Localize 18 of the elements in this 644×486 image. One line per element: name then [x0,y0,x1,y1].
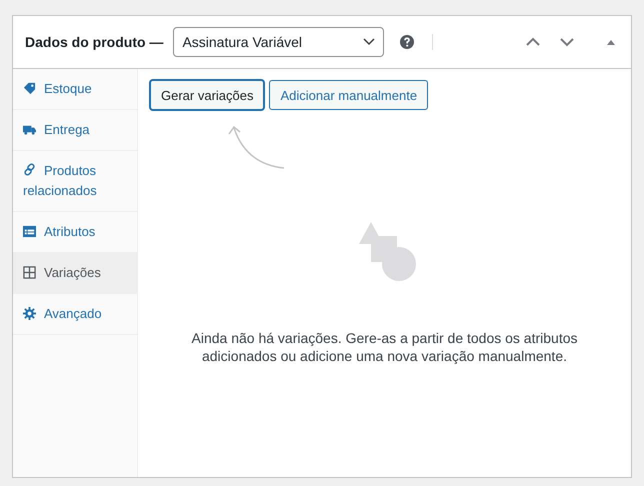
gear-icon [23,307,36,320]
sidebar-item[interactable]: Avançado [13,294,137,335]
empty-state-message: Ainda não há variações. Gere-as a partir de todos os atributos adicionados ou adicione uma nova variação manualmente. [190,329,578,365]
add-manually-button[interactable]: Adicionar manualmente [269,80,428,110]
sidebar-item[interactable]: Entrega [13,110,137,151]
tag-icon [23,82,36,95]
truck-icon [23,123,36,136]
grid-icon [23,266,36,279]
link-icon [23,163,36,176]
generate-variations-button[interactable]: Gerar variações [150,80,264,110]
list-icon [23,225,36,238]
sidebar-item[interactable]: Variações [13,253,137,294]
sidebar-item[interactable]: Estoque [13,69,137,110]
panel-title: Dados do produto — [25,34,164,50]
product-type-select[interactable]: Assinatura Variável [173,27,384,57]
chevron-down-icon [363,38,376,46]
sidebar-item[interactable]: Produtos relacionados [13,151,137,212]
help-icon[interactable] [400,35,414,49]
